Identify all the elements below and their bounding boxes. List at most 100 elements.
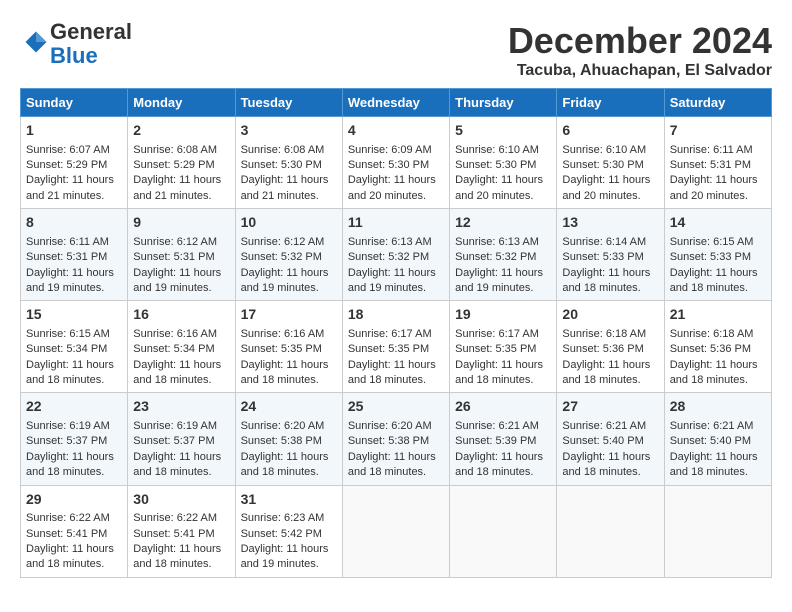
day-info: Sunrise: 6:23 AM Sunset: 5:42 PM Dayligh…: [241, 512, 329, 570]
day-info: Sunrise: 6:16 AM Sunset: 5:35 PM Dayligh…: [241, 328, 329, 386]
day-info: Sunrise: 6:12 AM Sunset: 5:32 PM Dayligh…: [241, 236, 329, 294]
calendar-cell: 12 Sunrise: 6:13 AM Sunset: 5:32 PM Dayli…: [450, 209, 557, 301]
calendar-cell: 27 Sunrise: 6:21 AM Sunset: 5:40 PM Dayli…: [557, 393, 664, 485]
col-thursday: Thursday: [450, 89, 557, 117]
day-info: Sunrise: 6:09 AM Sunset: 5:30 PM Dayligh…: [348, 144, 436, 202]
day-number: 9: [133, 213, 229, 233]
calendar-cell: 17 Sunrise: 6:16 AM Sunset: 5:35 PM Dayli…: [235, 301, 342, 393]
location: Tacuba, Ahuachapan, El Salvador: [508, 62, 772, 80]
day-info: Sunrise: 6:10 AM Sunset: 5:30 PM Dayligh…: [455, 144, 543, 202]
calendar-cell: 15 Sunrise: 6:15 AM Sunset: 5:34 PM Dayli…: [21, 301, 128, 393]
day-number: 22: [26, 397, 122, 417]
day-info: Sunrise: 6:08 AM Sunset: 5:29 PM Dayligh…: [133, 144, 221, 202]
col-sunday: Sunday: [21, 89, 128, 117]
day-info: Sunrise: 6:13 AM Sunset: 5:32 PM Dayligh…: [455, 236, 543, 294]
calendar-week-row: 15 Sunrise: 6:15 AM Sunset: 5:34 PM Dayli…: [21, 301, 772, 393]
day-number: 14: [670, 213, 766, 233]
day-info: Sunrise: 6:07 AM Sunset: 5:29 PM Dayligh…: [26, 144, 114, 202]
col-tuesday: Tuesday: [235, 89, 342, 117]
day-number: 12: [455, 213, 551, 233]
calendar-cell: 22 Sunrise: 6:19 AM Sunset: 5:37 PM Dayli…: [21, 393, 128, 485]
day-number: 30: [133, 490, 229, 510]
day-info: Sunrise: 6:11 AM Sunset: 5:31 PM Dayligh…: [670, 144, 758, 202]
day-info: Sunrise: 6:17 AM Sunset: 5:35 PM Dayligh…: [455, 328, 543, 386]
calendar-week-row: 8Sunrise: 6:11 AM Sunset: 5:31 PM Daylig…: [21, 209, 772, 301]
day-number: 27: [562, 397, 658, 417]
day-info: Sunrise: 6:15 AM Sunset: 5:34 PM Dayligh…: [26, 328, 114, 386]
day-info: Sunrise: 6:19 AM Sunset: 5:37 PM Dayligh…: [133, 420, 221, 478]
calendar-cell: [664, 485, 771, 577]
day-number: 16: [133, 305, 229, 325]
calendar-cell: 29Sunrise: 6:22 AM Sunset: 5:41 PM Dayli…: [21, 485, 128, 577]
calendar-cell: [557, 485, 664, 577]
calendar-cell: 24 Sunrise: 6:20 AM Sunset: 5:38 PM Dayli…: [235, 393, 342, 485]
day-info: Sunrise: 6:12 AM Sunset: 5:31 PM Dayligh…: [133, 236, 221, 294]
calendar-cell: 23 Sunrise: 6:19 AM Sunset: 5:37 PM Dayli…: [128, 393, 235, 485]
day-number: 23: [133, 397, 229, 417]
day-info: Sunrise: 6:22 AM Sunset: 5:41 PM Dayligh…: [26, 512, 114, 570]
day-number: 29: [26, 490, 122, 510]
calendar-cell: 2 Sunrise: 6:08 AM Sunset: 5:29 PM Daylig…: [128, 117, 235, 209]
day-number: 4: [348, 121, 444, 141]
day-number: 13: [562, 213, 658, 233]
day-number: 20: [562, 305, 658, 325]
col-wednesday: Wednesday: [342, 89, 449, 117]
calendar-cell: 20Sunrise: 6:18 AM Sunset: 5:36 PM Dayli…: [557, 301, 664, 393]
page-header: General Blue December 2024 Tacuba, Ahuac…: [20, 20, 772, 80]
calendar-cell: 30Sunrise: 6:22 AM Sunset: 5:41 PM Dayli…: [128, 485, 235, 577]
calendar-week-row: 29Sunrise: 6:22 AM Sunset: 5:41 PM Dayli…: [21, 485, 772, 577]
calendar-cell: 6 Sunrise: 6:10 AM Sunset: 5:30 PM Daylig…: [557, 117, 664, 209]
day-number: 25: [348, 397, 444, 417]
day-info: Sunrise: 6:13 AM Sunset: 5:32 PM Dayligh…: [348, 236, 436, 294]
calendar-cell: 19 Sunrise: 6:17 AM Sunset: 5:35 PM Dayli…: [450, 301, 557, 393]
calendar-cell: 13Sunrise: 6:14 AM Sunset: 5:33 PM Dayli…: [557, 209, 664, 301]
day-info: Sunrise: 6:19 AM Sunset: 5:37 PM Dayligh…: [26, 420, 114, 478]
day-info: Sunrise: 6:15 AM Sunset: 5:33 PM Dayligh…: [670, 236, 758, 294]
calendar-cell: [342, 485, 449, 577]
col-friday: Friday: [557, 89, 664, 117]
day-number: 28: [670, 397, 766, 417]
title-block: December 2024 Tacuba, Ahuachapan, El Sal…: [508, 20, 772, 80]
day-number: 19: [455, 305, 551, 325]
weekday-header-row: Sunday Monday Tuesday Wednesday Thursday…: [21, 89, 772, 117]
day-number: 10: [241, 213, 337, 233]
calendar-cell: 5Sunrise: 6:10 AM Sunset: 5:30 PM Daylig…: [450, 117, 557, 209]
day-info: Sunrise: 6:20 AM Sunset: 5:38 PM Dayligh…: [241, 420, 329, 478]
logo-icon: [22, 28, 50, 56]
day-number: 2: [133, 121, 229, 141]
day-info: Sunrise: 6:08 AM Sunset: 5:30 PM Dayligh…: [241, 144, 329, 202]
calendar-cell: 10 Sunrise: 6:12 AM Sunset: 5:32 PM Dayli…: [235, 209, 342, 301]
calendar-cell: 4 Sunrise: 6:09 AM Sunset: 5:30 PM Daylig…: [342, 117, 449, 209]
day-number: 24: [241, 397, 337, 417]
calendar-week-row: 22 Sunrise: 6:19 AM Sunset: 5:37 PM Dayli…: [21, 393, 772, 485]
calendar-cell: 3Sunrise: 6:08 AM Sunset: 5:30 PM Daylig…: [235, 117, 342, 209]
calendar-cell: 31Sunrise: 6:23 AM Sunset: 5:42 PM Dayli…: [235, 485, 342, 577]
col-monday: Monday: [128, 89, 235, 117]
day-info: Sunrise: 6:16 AM Sunset: 5:34 PM Dayligh…: [133, 328, 221, 386]
calendar-cell: 16 Sunrise: 6:16 AM Sunset: 5:34 PM Dayli…: [128, 301, 235, 393]
day-number: 1: [26, 121, 122, 141]
day-number: 17: [241, 305, 337, 325]
calendar-cell: 26Sunrise: 6:21 AM Sunset: 5:39 PM Dayli…: [450, 393, 557, 485]
day-info: Sunrise: 6:21 AM Sunset: 5:40 PM Dayligh…: [562, 420, 650, 478]
col-saturday: Saturday: [664, 89, 771, 117]
calendar-cell: 7Sunrise: 6:11 AM Sunset: 5:31 PM Daylig…: [664, 117, 771, 209]
day-number: 15: [26, 305, 122, 325]
day-number: 6: [562, 121, 658, 141]
calendar-cell: 25Sunrise: 6:20 AM Sunset: 5:38 PM Dayli…: [342, 393, 449, 485]
day-info: Sunrise: 6:17 AM Sunset: 5:35 PM Dayligh…: [348, 328, 436, 386]
day-info: Sunrise: 6:21 AM Sunset: 5:39 PM Dayligh…: [455, 420, 543, 478]
day-info: Sunrise: 6:10 AM Sunset: 5:30 PM Dayligh…: [562, 144, 650, 202]
calendar-cell: 18 Sunrise: 6:17 AM Sunset: 5:35 PM Dayli…: [342, 301, 449, 393]
day-number: 31: [241, 490, 337, 510]
logo: General Blue: [20, 20, 132, 68]
day-number: 18: [348, 305, 444, 325]
logo-blue: Blue: [50, 43, 98, 68]
calendar-cell: 21Sunrise: 6:18 AM Sunset: 5:36 PM Dayli…: [664, 301, 771, 393]
calendar-cell: 9 Sunrise: 6:12 AM Sunset: 5:31 PM Daylig…: [128, 209, 235, 301]
calendar-cell: 14 Sunrise: 6:15 AM Sunset: 5:33 PM Dayli…: [664, 209, 771, 301]
logo-general: General: [50, 19, 132, 44]
day-number: 21: [670, 305, 766, 325]
logo-text: General Blue: [50, 20, 132, 68]
calendar-cell: 8Sunrise: 6:11 AM Sunset: 5:31 PM Daylig…: [21, 209, 128, 301]
